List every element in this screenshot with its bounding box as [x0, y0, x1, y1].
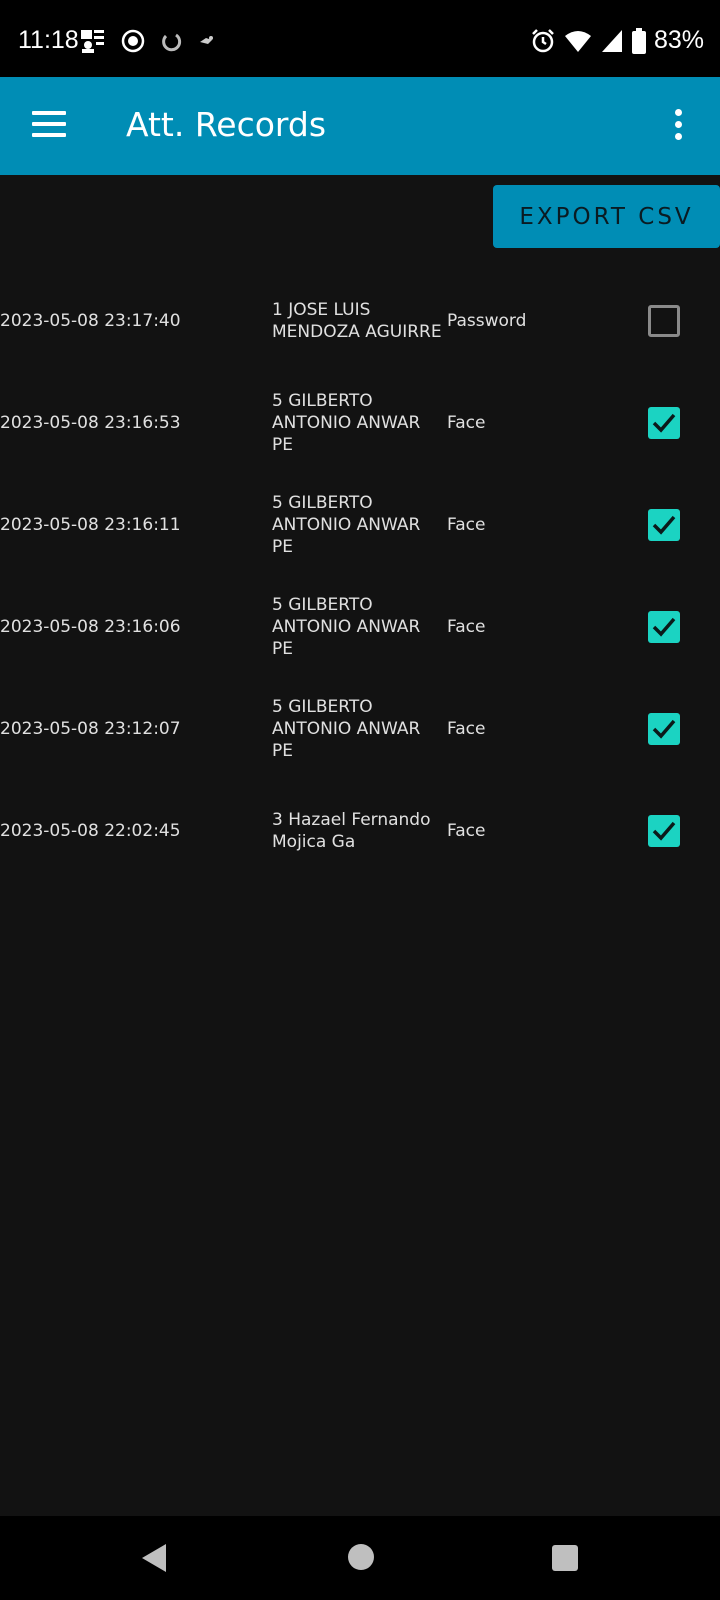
record-name-line: Mojica Ga: [272, 832, 356, 852]
record-name-line: PE: [272, 537, 293, 557]
record-name-line: ANTONIO ANWAR: [272, 413, 421, 433]
record-name-line: 5 GILBERTO: [272, 595, 373, 615]
record-timestamp: 2023-05-08 23:16:53: [0, 413, 181, 433]
back-icon[interactable]: [140, 1542, 168, 1574]
checkmark-icon: [652, 515, 676, 535]
more-vertical-icon[interactable]: [672, 107, 684, 143]
record-name-line: MENDOZA AGUIRRE: [272, 322, 442, 342]
notification-photo-icon: [81, 30, 104, 53]
home-icon[interactable]: [348, 1544, 374, 1570]
record-name-line: 1 JOSE LUIS: [272, 300, 371, 320]
navigation-bar: [0, 1516, 720, 1600]
record-timestamp: 2023-05-08 22:02:45: [0, 821, 181, 841]
checkmark-icon: [652, 413, 676, 433]
record-name: 5 GILBERTO ANTONIO ANWAR PE: [272, 678, 444, 780]
table-row: 2023-05-08 23:16:06 5 GILBERTO ANTONIO ANW…: [0, 576, 720, 678]
record-method: Face: [447, 617, 486, 637]
page-title: Att. Records: [126, 105, 327, 144]
status-right: 83%: [530, 26, 704, 55]
checkmark-icon: [652, 821, 676, 841]
table-row: 2023-05-08 23:17:40 1 JOSE LUIS MENDOZA AG…: [0, 270, 720, 372]
record-name-line: PE: [272, 639, 293, 659]
record-method: Face: [447, 719, 486, 739]
record-timestamp: 2023-05-08 23:12:07: [0, 719, 181, 739]
record-method: Face: [447, 413, 486, 433]
status-notification-icons: [80, 28, 218, 54]
record-name-line: PE: [272, 435, 293, 455]
table-row: 2023-05-08 23:12:07 5 GILBERTO ANTONIO ANW…: [0, 678, 720, 780]
recents-icon[interactable]: [552, 1545, 578, 1571]
battery-percent: 83%: [653, 26, 704, 54]
record-name-line: 5 GILBERTO: [272, 391, 373, 411]
alarm-icon: [532, 28, 554, 52]
record-checkbox[interactable]: [648, 305, 680, 337]
battery-icon: [631, 27, 646, 54]
wifi-icon: [564, 30, 591, 52]
record-name: 5 GILBERTO ANTONIO ANWAR PE: [272, 372, 444, 474]
screen-record-icon: [121, 29, 145, 53]
record-method: Face: [447, 515, 486, 535]
record-method: Face: [447, 821, 486, 841]
table-row: 2023-05-08 22:02:45 3 Hazael Fernando Moji…: [0, 780, 720, 882]
record-timestamp: 2023-05-08 23:17:40: [0, 311, 181, 331]
record-name: 1 JOSE LUIS MENDOZA AGUIRRE: [272, 270, 444, 372]
bird-icon: [200, 36, 213, 44]
record-checkbox[interactable]: [648, 713, 680, 745]
record-name-line: ANTONIO ANWAR: [272, 617, 421, 637]
record-checkbox[interactable]: [648, 509, 680, 541]
record-name-line: 3 Hazael Fernando: [272, 810, 431, 830]
checkmark-icon: [652, 719, 676, 739]
record-timestamp: 2023-05-08 23:16:11: [0, 515, 181, 535]
signal-icon: [601, 29, 622, 52]
table-row: 2023-05-08 23:16:53 5 GILBERTO ANTONIO ANW…: [0, 372, 720, 474]
record-name-line: 5 GILBERTO: [272, 493, 373, 513]
record-timestamp: 2023-05-08 23:16:06: [0, 617, 181, 637]
record-checkbox[interactable]: [648, 611, 680, 643]
record-name-line: ANTONIO ANWAR: [272, 719, 421, 739]
sync-icon: [162, 33, 182, 52]
status-time: 11:18: [18, 26, 79, 54]
record-name-line: ANTONIO ANWAR: [272, 515, 421, 535]
record-name: 3 Hazael Fernando Mojica Ga: [272, 780, 444, 882]
checkmark-icon: [652, 617, 676, 637]
table-row: 2023-05-08 23:16:11 5 GILBERTO ANTONIO ANW…: [0, 474, 720, 576]
record-checkbox[interactable]: [648, 815, 680, 847]
record-checkbox[interactable]: [648, 407, 680, 439]
status-bar: 11:18 83%: [0, 0, 720, 77]
record-name: 5 GILBERTO ANTONIO ANWAR PE: [272, 474, 444, 576]
record-name: 5 GILBERTO ANTONIO ANWAR PE: [272, 576, 444, 678]
record-method: Password: [447, 311, 527, 331]
export-csv-button[interactable]: EXPORT CSV: [493, 185, 720, 248]
app-bar: Att. Records: [0, 77, 720, 175]
hamburger-menu-icon[interactable]: [28, 107, 70, 143]
record-name-line: 5 GILBERTO: [272, 697, 373, 717]
record-name-line: PE: [272, 741, 293, 761]
